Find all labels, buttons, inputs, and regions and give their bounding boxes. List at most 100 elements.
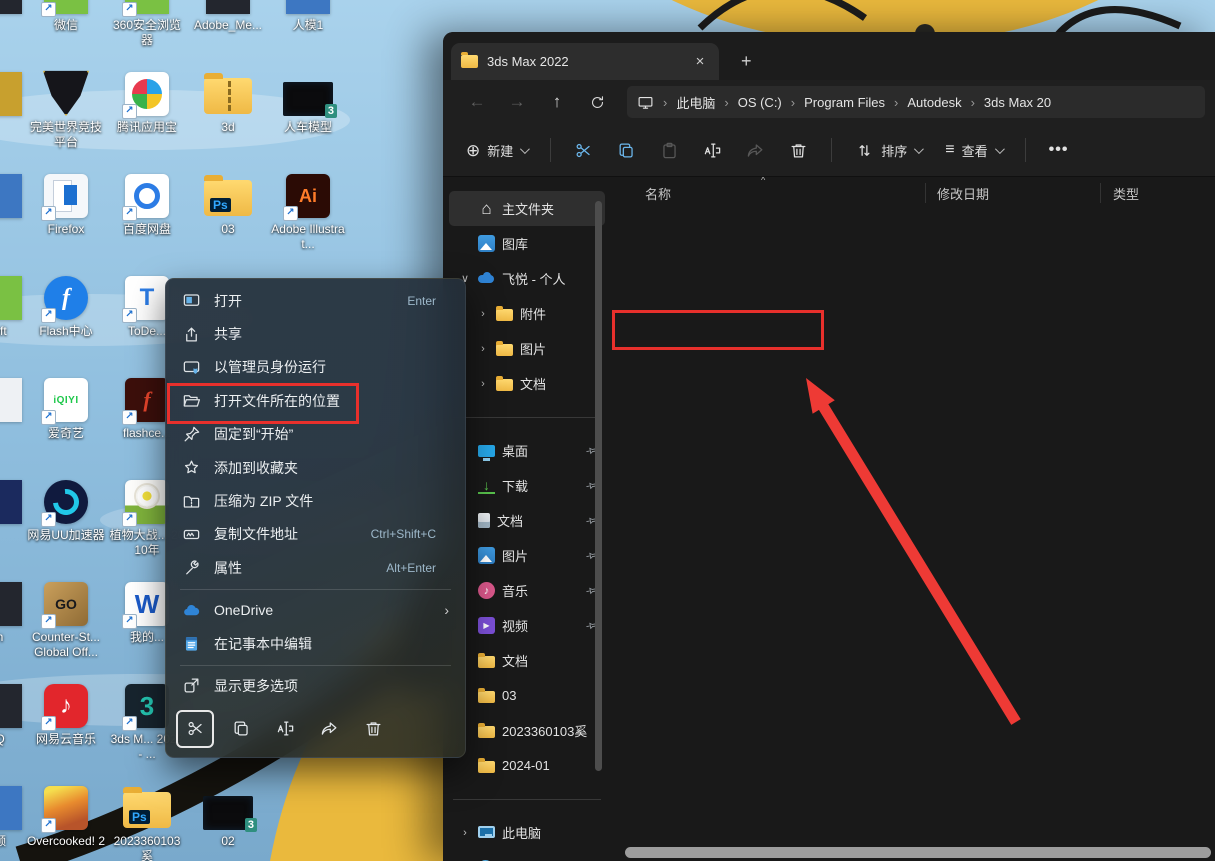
- context-menu-item[interactable]: 固定到“开始”: [170, 418, 461, 451]
- navigation-bar: ← → ↑ 此电脑OS (C:)Program FilesAutodesk3ds…: [443, 80, 1215, 124]
- quick-action-button[interactable]: [176, 710, 214, 748]
- breadcrumb-item[interactable]: 此电脑: [654, 93, 715, 112]
- cut-button[interactable]: [565, 134, 602, 167]
- sidebar-item[interactable]: 主文件夹: [449, 191, 605, 226]
- context-menu-item[interactable]: 打开文件所在的位置: [170, 384, 461, 417]
- sidebar-item[interactable]: 图库: [449, 226, 605, 261]
- sidebar-scrollbar[interactable]: [595, 201, 602, 771]
- forward-button[interactable]: →: [499, 86, 535, 118]
- desktop-icon-label: 频: [0, 834, 6, 849]
- refresh-button[interactable]: [579, 86, 615, 118]
- sidebar-item[interactable]: 视频: [449, 608, 605, 643]
- new-button[interactable]: ⊕新建: [457, 134, 536, 167]
- breadcrumb-item[interactable]: Autodesk: [885, 95, 962, 110]
- context-menu-item[interactable]: OneDrive ›: [170, 594, 461, 627]
- column-header-date[interactable]: 修改日期: [937, 184, 989, 203]
- context-menu-item[interactable]: 添加到收藏夹: [170, 451, 461, 484]
- desktop-icon[interactable]: 百度网盘: [107, 168, 187, 270]
- expand-chevron[interactable]: ›: [477, 308, 489, 320]
- sidebar-item[interactable]: 桌面: [449, 433, 605, 468]
- desktop-icon[interactable]: iQIYI 爱奇艺: [26, 372, 106, 474]
- shortcut-arrow-badge: [41, 308, 56, 323]
- column-header-type[interactable]: 类型: [1113, 184, 1139, 203]
- sidebar-item[interactable]: 2023360103奚: [449, 713, 605, 748]
- desktop-icon[interactable]: GO Counter-St... Global Off...: [26, 576, 106, 678]
- expand-chevron[interactable]: ›: [459, 827, 471, 839]
- desktop-icon[interactable]: Ps 03: [188, 168, 268, 270]
- tab-bar: 3ds Max 2022 × +: [443, 32, 1215, 80]
- desktop-icon-label: 完美世界竞技平台: [26, 120, 106, 150]
- desktop-icon[interactable]: 完美世界竞技平台: [26, 66, 106, 168]
- sidebar-item[interactable]: 2024-01: [449, 748, 605, 783]
- sidebar-item[interactable]: 音乐: [449, 573, 605, 608]
- desktop-icon[interactable]: 3 02: [188, 780, 268, 861]
- sidebar-item[interactable]: ∨ 飞悦 - 个人: [449, 261, 605, 296]
- sidebar-item[interactable]: 下载: [449, 468, 605, 503]
- context-menu-item[interactable]: 以管理员身份运行: [170, 351, 461, 384]
- column-header-name[interactable]: 名称: [645, 184, 671, 203]
- menu-item-label: OneDrive: [214, 602, 418, 618]
- sidebar-item-icon: [478, 582, 495, 599]
- context-menu-item[interactable]: 显示更多选项: [170, 669, 461, 702]
- desktop-icon-image: Ps: [204, 180, 252, 216]
- breadcrumb-item[interactable]: Program Files: [782, 95, 885, 110]
- desktop-icon[interactable]: 3 人车模型: [268, 66, 348, 168]
- desktop-icon[interactable]: 网易UU加速器: [26, 474, 106, 576]
- quick-action-button[interactable]: [268, 712, 302, 746]
- desktop-icon[interactable]: 360安全浏览器: [107, 0, 187, 66]
- desktop-icon[interactable]: 人模1: [268, 0, 348, 66]
- sidebar-item[interactable]: › 网络: [449, 850, 605, 861]
- context-menu-item[interactable]: 压缩为 ZIP 文件: [170, 484, 461, 517]
- sidebar-item[interactable]: › 附件: [449, 296, 605, 331]
- context-menu-item[interactable]: 共享: [170, 317, 461, 350]
- sidebar-item[interactable]: 03: [449, 678, 605, 713]
- paste-button[interactable]: [651, 134, 688, 167]
- quick-action-button[interactable]: [224, 712, 258, 746]
- view-button[interactable]: ≡查看: [936, 134, 1010, 167]
- desktop-icon-label: 360安全浏览器: [107, 18, 187, 48]
- desktop-icon[interactable]: Overcooked! 2: [26, 780, 106, 861]
- back-button[interactable]: ←: [459, 86, 495, 118]
- rename-button[interactable]: [694, 134, 731, 167]
- new-tab-button[interactable]: +: [741, 51, 752, 72]
- desktop-icon-image: [42, 68, 90, 116]
- sidebar-item[interactable]: 文档: [449, 643, 605, 678]
- desktop-icon[interactable]: 3d: [188, 66, 268, 168]
- expand-chevron[interactable]: ›: [477, 378, 489, 390]
- desktop-icon[interactable]: Ps 2023360103 奚: [107, 780, 187, 861]
- sidebar-item[interactable]: › 文档: [449, 366, 605, 401]
- desktop-icon[interactable]: Adobe_Me...: [188, 0, 268, 66]
- sort-button[interactable]: 排序: [846, 134, 930, 167]
- sidebar-item[interactable]: › 此电脑: [449, 815, 605, 850]
- explorer-tab[interactable]: 3ds Max 2022 ×: [451, 43, 719, 80]
- see-more-button[interactable]: •••: [1040, 134, 1078, 166]
- copy-button[interactable]: [608, 134, 645, 167]
- horizontal-scrollbar[interactable]: [625, 847, 1211, 858]
- horizontal-scrollbar-thumb[interactable]: [625, 847, 1211, 858]
- delete-button[interactable]: [780, 134, 817, 167]
- chevron-right-icon: [885, 95, 907, 110]
- context-menu-item[interactable]: 属性 Alt+Enter: [170, 551, 461, 584]
- share-button[interactable]: [737, 134, 774, 167]
- tab-close-button[interactable]: ×: [691, 53, 709, 70]
- breadcrumb[interactable]: 此电脑OS (C:)Program FilesAutodesk3ds Max 2…: [627, 86, 1205, 118]
- context-menu-item[interactable]: 打开 Enter: [170, 284, 461, 317]
- menu-item-label: 以管理员身份运行: [214, 357, 423, 377]
- sidebar-item[interactable]: 图片: [449, 538, 605, 573]
- quick-action-button[interactable]: [356, 712, 390, 746]
- desktop-icon[interactable]: 微信: [26, 0, 106, 66]
- context-menu-item[interactable]: 复制文件地址 Ctrl+Shift+C: [170, 518, 461, 551]
- sidebar-item[interactable]: › 图片: [449, 331, 605, 366]
- expand-chevron[interactable]: ›: [477, 343, 489, 355]
- desktop-icon[interactable]: 腾讯应用宝: [107, 66, 187, 168]
- breadcrumb-item[interactable]: 3ds Max 20: [962, 95, 1052, 110]
- sidebar-item[interactable]: 文档: [449, 503, 605, 538]
- up-button[interactable]: ↑: [539, 86, 575, 118]
- context-menu-item[interactable]: 在记事本中编辑: [170, 627, 461, 660]
- breadcrumb-item[interactable]: OS (C:): [715, 95, 781, 110]
- quick-action-button[interactable]: [312, 712, 346, 746]
- desktop-icon[interactable]: ♪ 网易云音乐: [26, 678, 106, 780]
- desktop-icon[interactable]: f Flash中心: [26, 270, 106, 372]
- desktop-icon[interactable]: Ai Adobe Illustrat...: [268, 168, 348, 270]
- desktop-icon[interactable]: Firefox: [26, 168, 106, 270]
